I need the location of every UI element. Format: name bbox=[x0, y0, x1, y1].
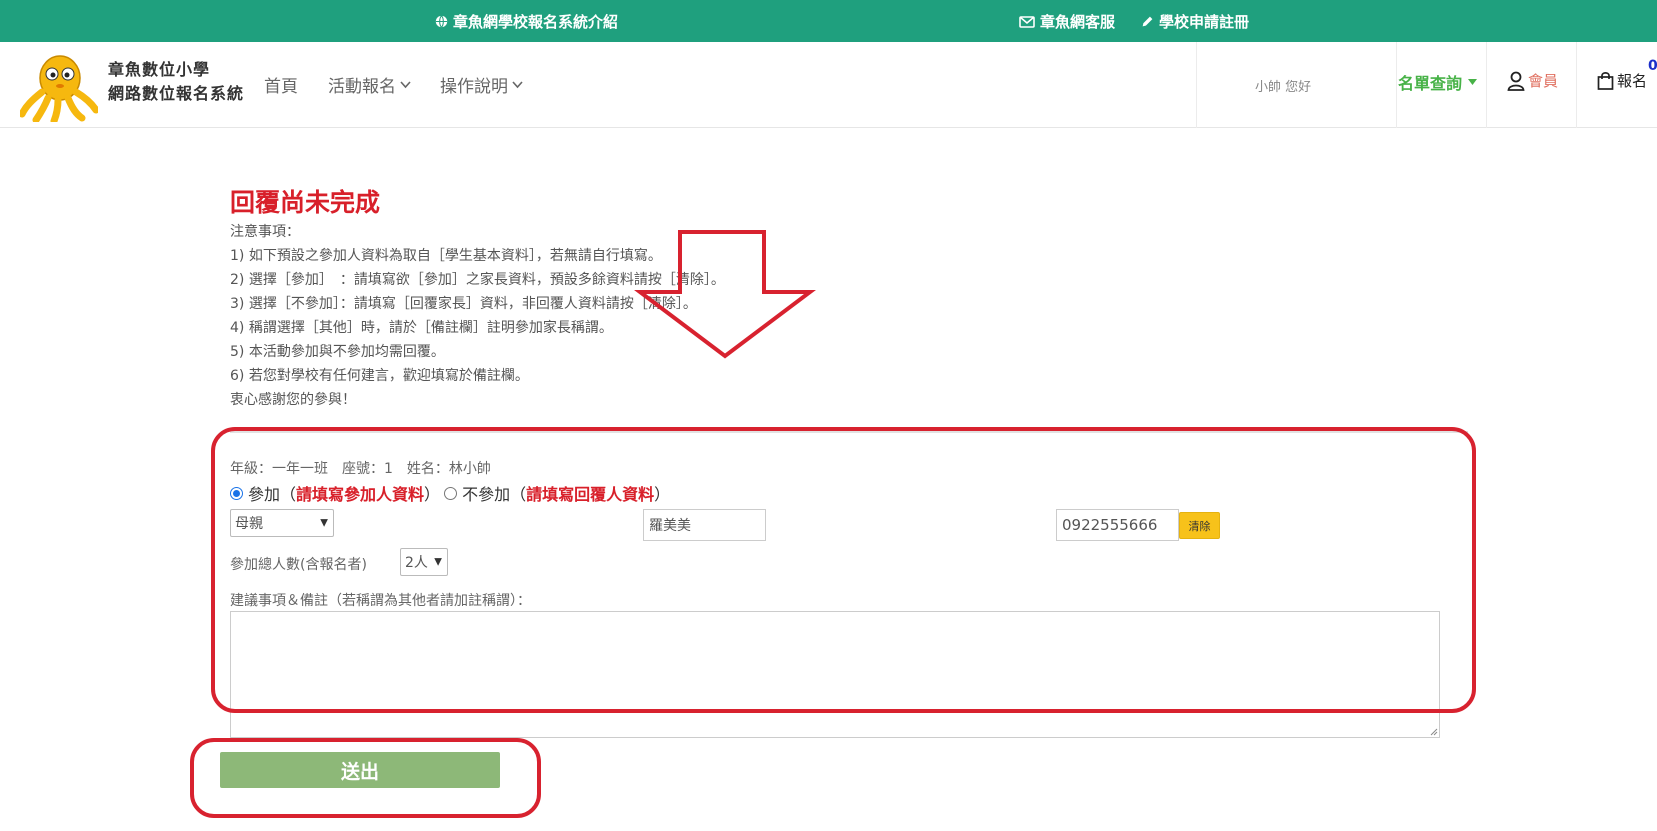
user-greeting: 小帥 您好 bbox=[1255, 80, 1312, 95]
school-register-link[interactable]: 學校申請註冊 bbox=[1141, 11, 1249, 32]
down-arrow-annotation bbox=[634, 230, 816, 359]
cart-link[interactable]: 報名 bbox=[1597, 70, 1647, 91]
nav-activity-label: 活動報名 bbox=[328, 77, 396, 97]
brand-line2: 網路數位報名系統 bbox=[108, 84, 245, 103]
notice-line: 6) 若您對學校有任何建言，歡迎填寫於備註欄。 bbox=[230, 368, 529, 384]
chevron-down-icon bbox=[400, 80, 411, 88]
main-nav: 章魚數位小學 網路數位報名系統 首頁 活動報名 操作說明 小帥 您好 名單查詢 … bbox=[0, 42, 1657, 128]
notice-line: 衷心感謝您的參與！ bbox=[230, 392, 356, 408]
customer-service-label: 章魚網客服 bbox=[1040, 13, 1116, 31]
nav-home-label: 首頁 bbox=[264, 77, 298, 97]
school-register-label: 學校申請註冊 bbox=[1159, 13, 1250, 31]
nav-guide-label: 操作說明 bbox=[440, 77, 508, 97]
brand-line1: 章魚數位小學 bbox=[108, 60, 211, 79]
pencil-icon bbox=[1142, 16, 1153, 27]
brand-name: 章魚數位小學 網路數位報名系統 bbox=[108, 58, 244, 106]
nav-guide-dropdown[interactable]: 操作說明 bbox=[440, 72, 523, 97]
top-bar: 章魚網學校報名系統介紹 章魚網客服 學校申請註冊 bbox=[0, 0, 1657, 42]
cart-count-badge: 0 bbox=[1648, 58, 1657, 74]
chevron-down-icon bbox=[512, 80, 523, 88]
nav-home[interactable]: 首頁 bbox=[264, 72, 298, 97]
shopping-bag-icon bbox=[1597, 72, 1614, 90]
nav-separator bbox=[1396, 42, 1397, 128]
nav-separator bbox=[1196, 42, 1197, 128]
highlight-box-submit bbox=[190, 738, 541, 818]
envelope-icon bbox=[1019, 15, 1035, 28]
globe-icon bbox=[435, 15, 448, 28]
octopus-logo[interactable] bbox=[20, 48, 98, 122]
user-icon bbox=[1507, 71, 1525, 91]
system-intro-label: 章魚網學校報名系統介紹 bbox=[453, 13, 619, 31]
highlight-box-form bbox=[211, 427, 1476, 713]
member-label: 會員 bbox=[1528, 72, 1559, 90]
nav-separator bbox=[1486, 42, 1487, 128]
roster-query-dropdown[interactable]: 名單查詢 bbox=[1398, 70, 1478, 94]
caret-down-icon bbox=[1468, 79, 1478, 85]
customer-service-link[interactable]: 章魚網客服 bbox=[1019, 11, 1115, 32]
nav-activity-dropdown[interactable]: 活動報名 bbox=[328, 72, 411, 97]
nav-separator bbox=[1576, 42, 1577, 128]
cart-label: 報名 bbox=[1617, 72, 1648, 90]
member-link[interactable]: 會員 bbox=[1507, 70, 1558, 91]
page-title: 回覆尚未完成 bbox=[230, 188, 381, 217]
system-intro-link[interactable]: 章魚網學校報名系統介紹 bbox=[435, 11, 618, 32]
roster-query-label: 名單查詢 bbox=[1398, 74, 1463, 93]
resize-grip-icon[interactable] bbox=[1428, 726, 1438, 736]
